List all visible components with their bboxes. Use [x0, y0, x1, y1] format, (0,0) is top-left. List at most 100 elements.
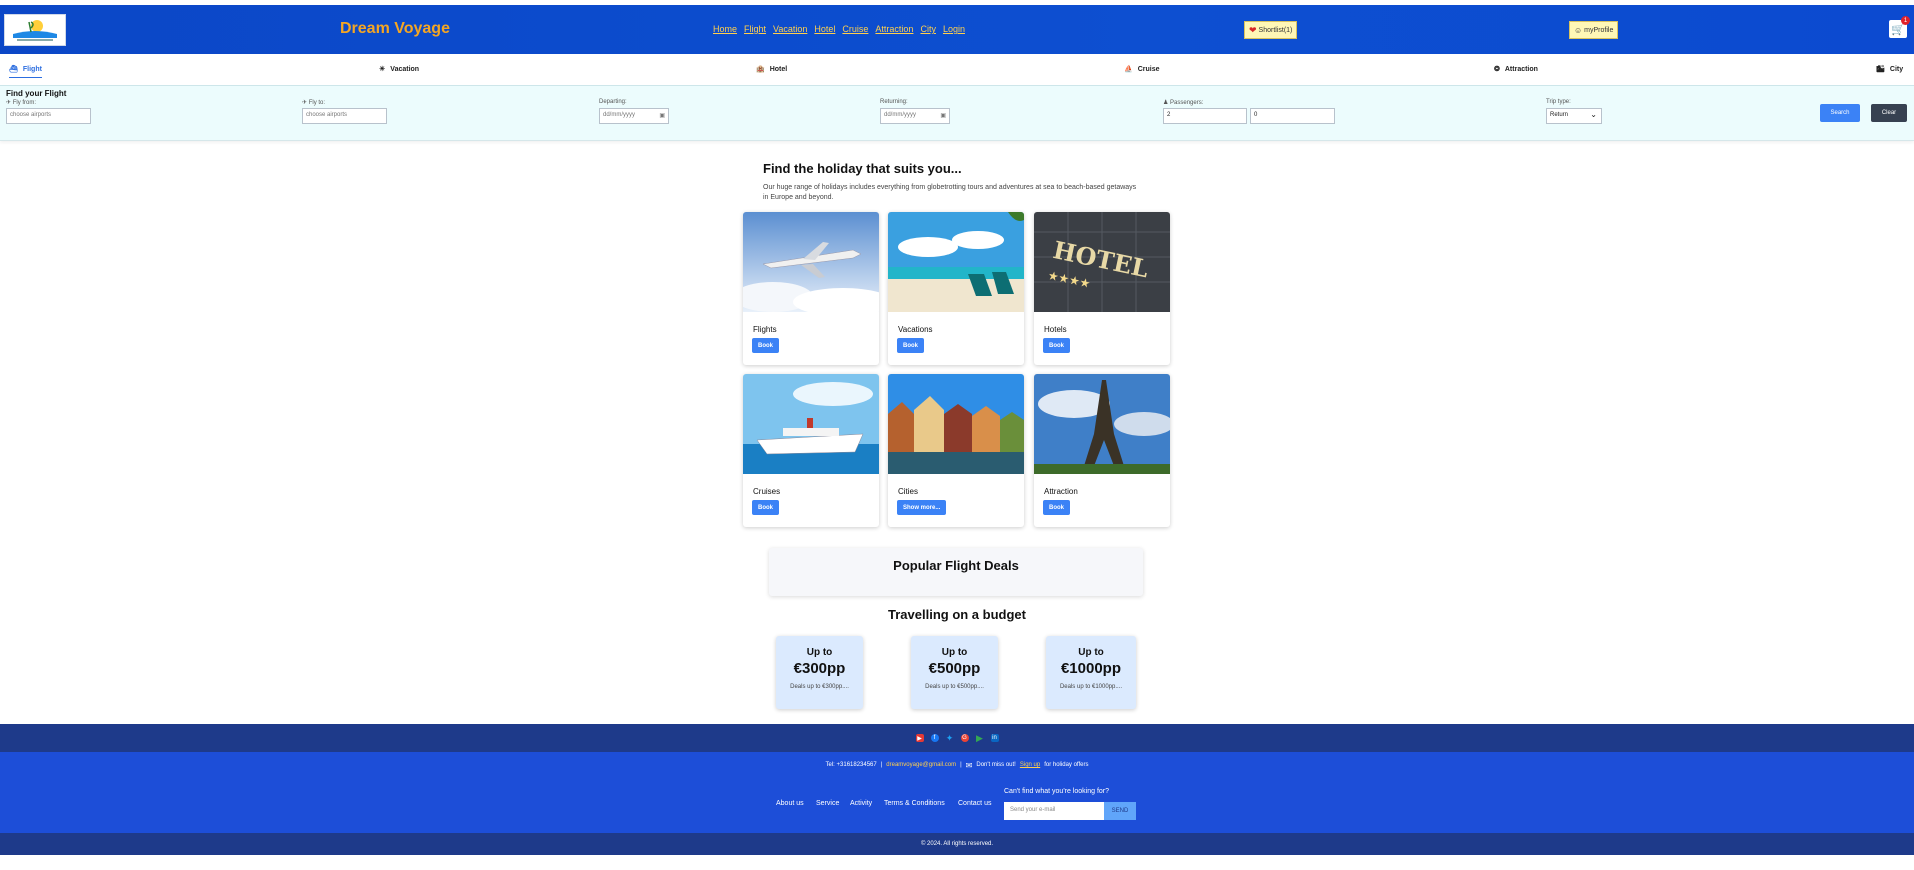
- city-image-icon: [888, 374, 1024, 474]
- footer-link-service[interactable]: Service: [816, 800, 839, 807]
- beach-image-icon: [888, 212, 1024, 312]
- budget-amount: €300pp: [793, 660, 846, 677]
- children-input[interactable]: 0: [1250, 108, 1335, 124]
- budget-card-1000[interactable]: Up to €1000pp Deals up to €1000pp....: [1046, 636, 1136, 709]
- nav-flight[interactable]: Flight: [744, 24, 766, 34]
- facebook-icon[interactable]: f: [930, 734, 939, 742]
- nav-vacation[interactable]: Vacation: [773, 24, 807, 34]
- nav-cruise[interactable]: Cruise: [842, 24, 868, 34]
- footer-link-about[interactable]: About us: [776, 800, 804, 807]
- footer-contact-bar: Tel: +31618234567 | dreamvoyage@gmail.co…: [0, 752, 1914, 778]
- footer-email-link[interactable]: dreamvoyage@gmail.com: [886, 762, 956, 768]
- departing-date-input[interactable]: dd/mm/yyyy ▣: [599, 108, 669, 124]
- book-button[interactable]: Book: [752, 500, 779, 515]
- footer-social-bar: ▶ f ✦ G ▶ in: [0, 724, 1914, 752]
- fly-from-label: ✈ Fly from:: [6, 100, 37, 106]
- main-nav: Home Flight Vacation Hotel Cruise Attrac…: [713, 24, 965, 34]
- tab-flight-label: Flight: [22, 65, 42, 73]
- hotel-image-icon: HOTEL ★★★★: [1034, 212, 1170, 312]
- cant-find-text: Can't find what you're looking for?: [1004, 788, 1110, 795]
- card-cities: Cities Show more...: [888, 374, 1024, 527]
- budget-up-to: Up to: [941, 647, 968, 658]
- card-vacations: Vacations Book: [888, 212, 1024, 365]
- footer-link-terms[interactable]: Terms & Conditions: [884, 800, 945, 807]
- show-more-button[interactable]: Show more...: [897, 500, 947, 515]
- budget-card-300[interactable]: Up to €300pp Deals up to €300pp....: [776, 636, 863, 709]
- adults-input[interactable]: 2: [1163, 108, 1247, 124]
- offers-text: for holiday offers: [1044, 762, 1089, 768]
- heart-icon: ❤: [1249, 24, 1257, 35]
- fly-from-input[interactable]: choose airports: [6, 108, 91, 124]
- calendar-icon: ▣: [659, 113, 665, 119]
- cruise-ship-image-icon: [743, 374, 879, 474]
- budget-link[interactable]: Deals up to €300pp....: [776, 684, 863, 690]
- tab-cruise[interactable]: ⛵ Cruise: [1124, 65, 1160, 74]
- trip-type-label: Trip type:: [1546, 99, 1571, 105]
- brand-title[interactable]: Dream Voyage: [340, 20, 450, 38]
- youtube-icon[interactable]: ▶: [915, 734, 924, 742]
- calendar-icon: ▣: [940, 113, 946, 119]
- play-icon[interactable]: ▶: [976, 733, 984, 743]
- tab-attraction[interactable]: ❂ Attraction: [1494, 65, 1538, 74]
- returning-label: Returning:: [880, 99, 908, 105]
- budget-link[interactable]: Deals up to €500pp....: [911, 684, 998, 690]
- nav-login[interactable]: Login: [943, 24, 965, 34]
- returning-date-input[interactable]: dd/mm/yyyy ▣: [880, 108, 950, 124]
- tab-vacation[interactable]: ☀ Vacation: [379, 65, 420, 74]
- logo[interactable]: [4, 14, 66, 46]
- card-title: Vacations: [898, 325, 933, 334]
- budget-amount: €1000pp: [1060, 660, 1122, 677]
- logo-image-icon: [7, 16, 63, 44]
- budget-title: Travelling on a budget: [888, 607, 1026, 622]
- search-button[interactable]: Search: [1820, 104, 1860, 122]
- budget-amount: €500pp: [928, 660, 981, 677]
- cruise-icon: ⛵: [1124, 66, 1133, 73]
- book-button[interactable]: Book: [1043, 500, 1070, 515]
- book-button[interactable]: Book: [897, 338, 924, 353]
- nav-city[interactable]: City: [920, 24, 936, 34]
- tab-city[interactable]: 🏙 City: [1876, 65, 1903, 74]
- footer-link-contact[interactable]: Contact us: [958, 800, 991, 807]
- book-button[interactable]: Book: [752, 338, 779, 353]
- tab-flight[interactable]: ⛴ Flight: [9, 65, 42, 78]
- separator: |: [960, 762, 962, 768]
- footer-link-activity[interactable]: Activity: [850, 800, 872, 807]
- trip-type-select[interactable]: Return ⌄: [1546, 108, 1602, 124]
- page-description: Our huge range of holidays includes ever…: [763, 184, 1137, 201]
- linkedin-icon[interactable]: in: [990, 734, 999, 742]
- active-tab-underline: [9, 77, 42, 78]
- google-icon[interactable]: G: [960, 734, 969, 742]
- mail-icon: ✉: [965, 760, 973, 770]
- budget-up-to: Up to: [806, 647, 833, 658]
- twitter-icon[interactable]: ✦: [946, 733, 954, 743]
- budget-up-to: Up to: [1078, 647, 1104, 658]
- budget-link[interactable]: Deals up to €1000pp....: [1046, 684, 1136, 690]
- dont-miss-text: Don't miss out!: [976, 762, 1016, 768]
- site-header: Dream Voyage Home Flight Vacation Hotel …: [0, 5, 1914, 54]
- chevron-down-icon: ⌄: [1590, 110, 1597, 119]
- cart-button[interactable]: 🛒 1: [1889, 16, 1910, 38]
- signup-link[interactable]: Sign up: [1020, 762, 1040, 768]
- card-hotels: HOTEL ★★★★ Hotels Book: [1034, 212, 1170, 365]
- clear-button[interactable]: Clear: [1871, 104, 1907, 122]
- card-title: Cities: [898, 487, 919, 496]
- fly-to-input[interactable]: choose airports: [302, 108, 387, 124]
- card-title: Hotels: [1044, 325, 1067, 334]
- send-button[interactable]: SEND: [1104, 802, 1136, 820]
- profile-button[interactable]: ☺ myProfile: [1569, 21, 1619, 39]
- shortlist-label: Shortlist(1): [1258, 26, 1293, 34]
- book-button[interactable]: Book: [1043, 338, 1070, 353]
- card-title: Cruises: [753, 487, 781, 496]
- tab-hotel[interactable]: 🏨 Hotel: [756, 65, 787, 74]
- newsletter-email-input[interactable]: Send your e-mail: [1004, 802, 1104, 820]
- compass-icon: ❂: [1494, 66, 1500, 73]
- nav-home[interactable]: Home: [713, 24, 737, 34]
- tab-attraction-label: Attraction: [1504, 65, 1538, 73]
- hotel-icon: 🏨: [756, 66, 765, 73]
- nav-attraction[interactable]: Attraction: [875, 24, 913, 34]
- tab-vacation-label: Vacation: [390, 65, 420, 73]
- shortlist-button[interactable]: ❤ Shortlist(1): [1244, 21, 1298, 39]
- nav-hotel[interactable]: Hotel: [814, 24, 835, 34]
- budget-card-500[interactable]: Up to €500pp Deals up to €500pp....: [911, 636, 998, 709]
- tab-cruise-label: Cruise: [1137, 65, 1160, 73]
